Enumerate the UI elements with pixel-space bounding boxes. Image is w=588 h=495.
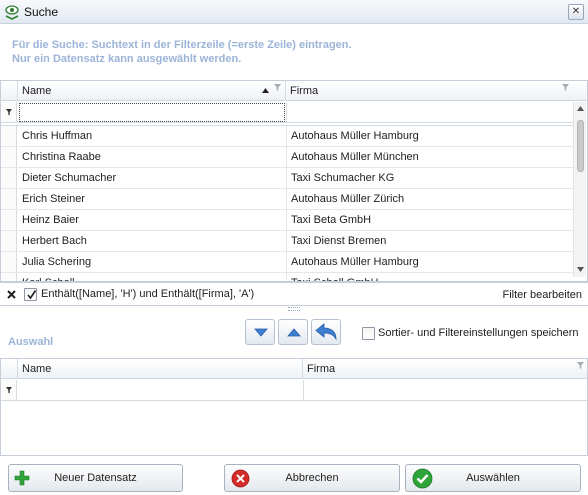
selection-column-header-name[interactable]: Name xyxy=(18,359,303,379)
instruction-line-2: Nur ein Datensatz kann ausgewählt werden… xyxy=(12,53,242,65)
close-icon: ✕ xyxy=(571,6,581,17)
column-header-name-label: Name xyxy=(22,85,52,97)
cell-name: Erich Steiner xyxy=(22,193,85,205)
filter-enabled-checkbox[interactable] xyxy=(24,288,37,301)
cell-name: Dieter Schumacher xyxy=(22,172,117,184)
selection-section-title: Auswahl xyxy=(8,336,54,348)
undo-button[interactable] xyxy=(311,319,341,345)
filter-input-name[interactable] xyxy=(19,103,285,122)
row-indicator xyxy=(1,189,17,209)
filter-divider xyxy=(303,380,304,400)
filter-input-firma[interactable] xyxy=(287,103,573,122)
cell-firma: Taxi Dienst Bremen xyxy=(291,235,387,247)
cell-name: Herbert Bach xyxy=(22,235,87,247)
cell-name: Chris Huffman xyxy=(22,130,93,142)
header-indicator xyxy=(1,359,18,379)
title-bar: Suche ✕ xyxy=(0,0,588,24)
filter-expression[interactable]: Enthält([Name], 'H') und Enthält([Firma]… xyxy=(41,288,254,300)
column-header-firma-label: Firma xyxy=(290,85,319,97)
arrow-down-icon xyxy=(254,328,268,337)
splitter-grip[interactable] xyxy=(288,307,300,311)
row-indicator xyxy=(1,210,17,230)
save-settings-checkbox[interactable] xyxy=(362,327,375,340)
selection-grid: Name Firma xyxy=(0,358,588,456)
table-row[interactable]: Dieter Schumacher Taxi Schumacher KG xyxy=(1,168,573,189)
cell-firma: Taxi Schumacher KG xyxy=(291,172,395,184)
scroll-down-icon[interactable] xyxy=(577,267,584,272)
selection-column-header-name-label: Name xyxy=(22,363,52,375)
cell-firma: Autohaus Müller München xyxy=(291,151,419,163)
select-label: Auswählen xyxy=(466,472,520,484)
filter-row-indicator xyxy=(1,102,17,122)
selection-column-header-firma-label: Firma xyxy=(307,363,336,375)
row-indicator xyxy=(1,231,17,251)
table-row[interactable]: Chris Huffman Autohaus Müller Hamburg xyxy=(1,126,573,147)
new-record-button[interactable]: Neuer Datensatz xyxy=(8,464,183,492)
row-indicator xyxy=(1,126,17,146)
new-record-label: Neuer Datensatz xyxy=(54,472,137,484)
selection-filter-row[interactable] xyxy=(1,380,587,401)
table-row[interactable]: Heinz Baier Taxi Beta GmbH xyxy=(1,210,573,231)
filter-panel: Enthält([Name], 'H') und Enthält([Firma]… xyxy=(0,282,588,306)
cancel-label: Abbrechen xyxy=(285,472,339,484)
grid-body: Chris Huffman Autohaus Müller Hamburg Ch… xyxy=(1,125,573,281)
plus-icon xyxy=(14,470,30,486)
cell-firma: Taxi Beta GmbH xyxy=(291,214,372,226)
table-row[interactable]: Christina Raabe Autohaus Müller München xyxy=(1,147,573,168)
cell-name: Karl Scholl xyxy=(18,273,286,281)
clear-filter-icon[interactable] xyxy=(7,290,16,299)
column-header-firma[interactable]: Firma xyxy=(286,81,574,101)
table-row[interactable]: Herbert Bach Taxi Dienst Bremen xyxy=(1,231,573,252)
filter-funnel-icon[interactable] xyxy=(274,84,281,92)
undo-arrow-icon xyxy=(315,323,337,341)
table-row[interactable]: Erich Steiner Autohaus Müller Zürich xyxy=(1,189,573,210)
window-title: Suche xyxy=(24,5,59,19)
cell-firma: Taxi Scholl GmbH xyxy=(287,273,573,281)
filter-row-icon xyxy=(6,109,12,116)
checkmark-icon xyxy=(27,290,37,300)
filter-row xyxy=(1,102,587,123)
row-indicator xyxy=(1,273,17,281)
filter-row-indicator xyxy=(1,380,17,400)
row-indicator xyxy=(1,147,17,167)
scrollbar-thumb[interactable] xyxy=(577,120,584,172)
search-app-icon xyxy=(5,5,19,20)
cell-name: Christina Raabe xyxy=(22,151,101,163)
filter-divider xyxy=(286,102,287,122)
selection-grid-header: Name Firma xyxy=(1,359,587,379)
header-indicator xyxy=(1,81,18,101)
save-settings-label[interactable]: Sortier- und Filtereinstellungen speiche… xyxy=(378,327,579,339)
sort-ascending-icon xyxy=(262,88,269,93)
edit-filter-link[interactable]: Filter bearbeiten xyxy=(503,289,583,301)
cell-firma: Autohaus Müller Hamburg xyxy=(291,256,419,268)
checkmark-circle-icon xyxy=(412,468,433,489)
vertical-scrollbar[interactable] xyxy=(573,102,586,277)
search-grid: Name Firma Chris Huffman Autohaus Müller… xyxy=(0,80,588,282)
table-row[interactable]: Karl Scholl Taxi Scholl GmbH xyxy=(1,273,573,281)
table-row[interactable]: Julia Schering Autohaus Müller Hamburg xyxy=(1,252,573,273)
grid-header: Name Firma xyxy=(1,81,587,101)
cell-name: Heinz Baier xyxy=(22,214,79,226)
row-indicator xyxy=(1,168,17,188)
select-button[interactable]: Auswählen xyxy=(405,464,581,492)
cell-name: Julia Schering xyxy=(22,256,92,268)
cell-firma: Autohaus Müller Zürich xyxy=(291,193,405,205)
move-up-button[interactable] xyxy=(278,319,308,345)
row-indicator xyxy=(1,252,17,272)
cancel-button[interactable]: Abbrechen xyxy=(224,464,400,492)
cancel-icon xyxy=(231,469,250,488)
instruction-line-1: Für die Suche: Suchtext in der Filterzei… xyxy=(12,39,352,51)
filter-funnel-icon[interactable] xyxy=(577,362,584,370)
close-button[interactable]: ✕ xyxy=(568,4,584,20)
arrow-up-icon xyxy=(287,328,301,337)
filter-row-icon xyxy=(6,387,12,394)
selection-column-header-firma[interactable]: Firma xyxy=(303,359,587,379)
move-down-button[interactable] xyxy=(245,319,275,345)
column-header-name[interactable]: Name xyxy=(18,81,286,101)
search-dialog: Suche ✕ Für die Suche: Suchtext in der F… xyxy=(0,0,588,495)
scroll-up-icon[interactable] xyxy=(577,106,584,111)
filter-funnel-icon[interactable] xyxy=(562,84,569,92)
cell-firma: Autohaus Müller Hamburg xyxy=(291,130,419,142)
